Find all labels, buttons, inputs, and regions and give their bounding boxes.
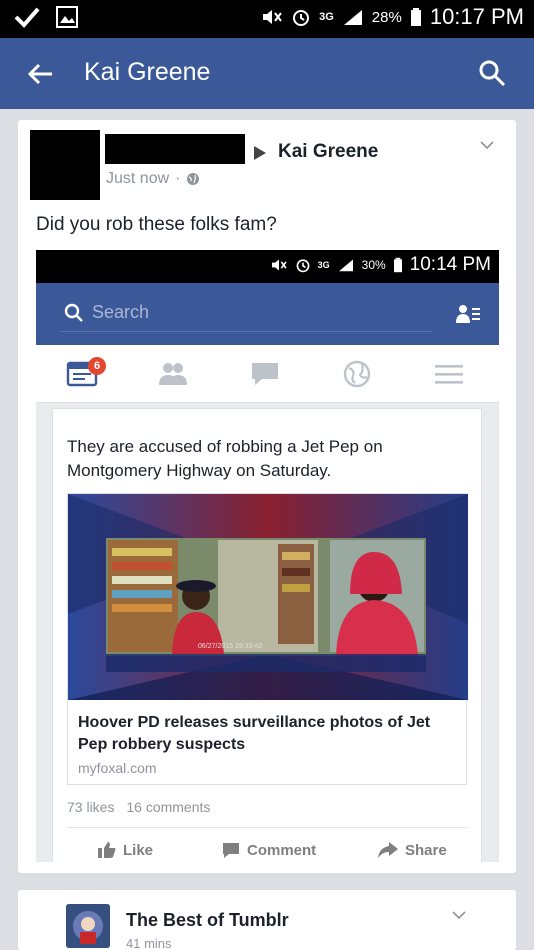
friend-list-icon[interactable] — [455, 303, 481, 325]
tumblr-avatar[interactable] — [66, 904, 110, 948]
avatar-redacted[interactable] — [30, 130, 100, 200]
clock: 10:17 PM — [429, 4, 524, 29]
network-type: 3G — [319, 11, 334, 23]
timestamp-text: Just now — [106, 170, 170, 187]
search-icon[interactable] — [478, 59, 506, 87]
globe-icon — [187, 173, 200, 185]
embedded-screenshot[interactable]: 3G 30% 10:14 PM Search 6 They are accuse… — [36, 250, 499, 862]
post-card: Kai Greene Just now · Did you rob these … — [18, 120, 516, 873]
status-bar: 3G 28% 10:17 PM — [0, 0, 534, 38]
signal-icon — [343, 10, 362, 25]
inner-alarm-icon — [296, 259, 310, 273]
inner-network-type: 3G — [317, 260, 330, 270]
app-bar: Kai Greene — [0, 38, 534, 109]
friends-icon[interactable] — [156, 359, 190, 389]
inner-story-card: They are accused of robbing a Jet Pep on… — [52, 408, 482, 862]
post-text: Did you rob these folks fam? — [36, 214, 277, 235]
comments-count[interactable]: 16 comments — [126, 799, 210, 815]
chevron-down-icon[interactable] — [480, 138, 494, 152]
battery-percent: 28% — [371, 8, 402, 26]
image-icon — [56, 6, 78, 28]
story-text: They are accused of robbing a Jet Pep on… — [67, 437, 383, 480]
comment-button[interactable]: Comment — [221, 841, 316, 859]
next-post-timestamp: 41 mins — [126, 936, 172, 950]
comment-label: Comment — [247, 841, 317, 859]
mute-icon — [263, 10, 282, 24]
post-timestamp: Just now · — [106, 170, 200, 188]
link-preview[interactable]: 06/27/2015 19:33:42 Hoover PD releases s… — [67, 493, 468, 785]
surveillance-photo[interactable]: 06/27/2015 19:33:42 — [68, 494, 468, 700]
link-domain: myfoxal.com — [78, 760, 157, 776]
like-button[interactable]: Like — [97, 841, 153, 859]
messages-icon[interactable] — [248, 359, 282, 389]
globe-notifications-icon[interactable] — [340, 359, 374, 389]
thumbs-up-icon — [98, 842, 116, 858]
photo-timestamp: 06/27/2015 19:33:42 — [198, 643, 262, 650]
share-icon — [378, 842, 398, 858]
chevron-down-icon[interactable] — [452, 908, 466, 922]
action-divider — [67, 827, 467, 828]
notification-badge: 6 — [88, 357, 106, 375]
search-underline — [60, 331, 432, 332]
inner-search-input[interactable]: Search — [92, 302, 149, 323]
inner-battery-percent: 30% — [361, 258, 386, 272]
inner-search-bar: Search — [36, 283, 499, 345]
link-title[interactable]: Hoover PD releases surveillance photos o… — [78, 712, 458, 756]
battery-icon — [410, 8, 421, 26]
shared-to-arrow-icon — [254, 146, 266, 160]
likes-count[interactable]: 73 likes — [67, 799, 114, 815]
next-post-card: The Best of Tumblr 41 mins — [18, 890, 516, 950]
like-label: Like — [123, 841, 154, 859]
next-post-author[interactable]: The Best of Tumblr — [126, 910, 289, 931]
post-target-name[interactable]: Kai Greene — [278, 141, 378, 163]
surveillance-image: 06/27/2015 19:33:42 — [68, 494, 468, 700]
author-name-redacted[interactable] — [105, 134, 245, 164]
page-title: Kai Greene — [84, 58, 211, 86]
inner-tab-bar: 6 — [36, 345, 499, 403]
engagement-stats: 73 likes 16 comments — [67, 799, 218, 815]
comment-icon — [223, 843, 239, 858]
inner-mute-icon — [271, 259, 287, 271]
inner-search-icon — [64, 303, 83, 322]
inner-battery-icon — [393, 257, 402, 273]
back-arrow-icon[interactable] — [26, 60, 54, 88]
check-icon — [14, 7, 40, 28]
inner-clock: 10:14 PM — [409, 254, 491, 275]
inner-signal-icon — [338, 259, 353, 272]
avatar-image — [66, 904, 110, 948]
share-button[interactable]: Share — [377, 841, 447, 859]
menu-icon[interactable] — [432, 359, 466, 389]
inner-status-bar: 3G 30% 10:14 PM — [36, 250, 499, 283]
alarm-icon — [293, 10, 310, 26]
share-label: Share — [405, 841, 447, 859]
